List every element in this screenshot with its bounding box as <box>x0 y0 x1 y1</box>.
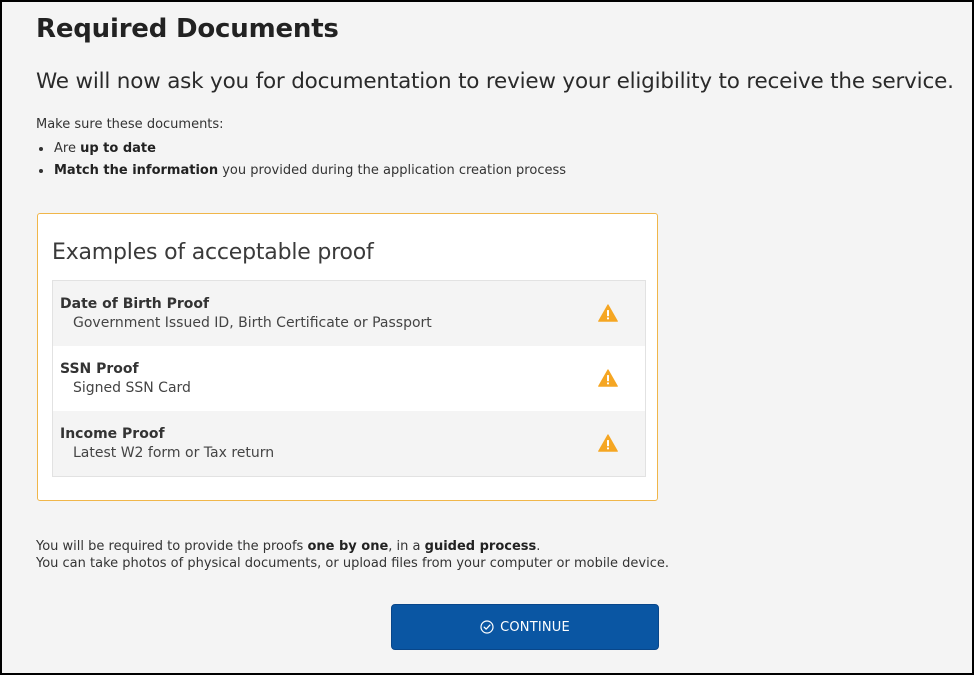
page-frame: Required Documents We will now ask you f… <box>0 0 974 675</box>
proof-row-ssn: SSN Proof Signed SSN Card <box>53 346 645 411</box>
requirement-item: Match the information you provided durin… <box>36 160 566 182</box>
page-title: Required Documents <box>36 14 339 44</box>
requirement-emphasis: Match the information <box>54 163 219 178</box>
footer-line-2: You can take photos of physical document… <box>36 556 670 571</box>
footer-text-part: , in a <box>388 539 425 554</box>
footer-text-part: . <box>536 539 541 554</box>
footer-text-part: You will be required to provide the proo… <box>36 539 308 554</box>
card-title: Examples of acceptable proof <box>52 240 374 265</box>
bullet-icon <box>39 147 43 151</box>
continue-label: CONTINUE <box>500 619 570 635</box>
requirement-suffix: you provided during the application crea… <box>218 163 567 178</box>
requirement-prefix: Are <box>54 141 81 156</box>
requirements-list: Are up to date Match the information you… <box>36 138 566 182</box>
proof-title: SSN Proof <box>60 361 139 377</box>
proof-description: Signed SSN Card <box>73 380 191 396</box>
proof-row-date-of-birth: Date of Birth Proof Government Issued ID… <box>53 281 645 346</box>
warning-icon <box>598 304 618 322</box>
proof-description: Government Issued ID, Birth Certificate … <box>73 315 432 331</box>
continue-button[interactable]: CONTINUE <box>391 604 659 650</box>
footer-line-1: You will be required to provide the proo… <box>36 538 669 555</box>
footer-emphasis: one by one <box>307 539 389 554</box>
warning-icon <box>598 434 618 452</box>
check-circle-icon <box>480 620 494 634</box>
proof-title: Income Proof <box>60 426 165 442</box>
proof-row-income: Income Proof Latest W2 form or Tax retur… <box>53 411 645 476</box>
proof-title: Date of Birth Proof <box>60 296 210 312</box>
warning-icon <box>598 369 618 387</box>
proof-description: Latest W2 form or Tax return <box>73 445 275 461</box>
guided-process-note: You will be required to provide the proo… <box>36 538 669 572</box>
acceptable-proof-card: Examples of acceptable proof Date of Bir… <box>37 213 658 501</box>
bullet-icon <box>39 169 43 173</box>
footer-emphasis: guided process <box>424 539 537 554</box>
intro-lead: Make sure these documents: <box>36 117 224 132</box>
requirement-emphasis: up to date <box>80 141 156 156</box>
requirement-item: Are up to date <box>36 138 566 160</box>
page-subtitle: We will now ask you for documentation to… <box>36 69 954 94</box>
proof-list: Date of Birth Proof Government Issued ID… <box>52 280 646 477</box>
